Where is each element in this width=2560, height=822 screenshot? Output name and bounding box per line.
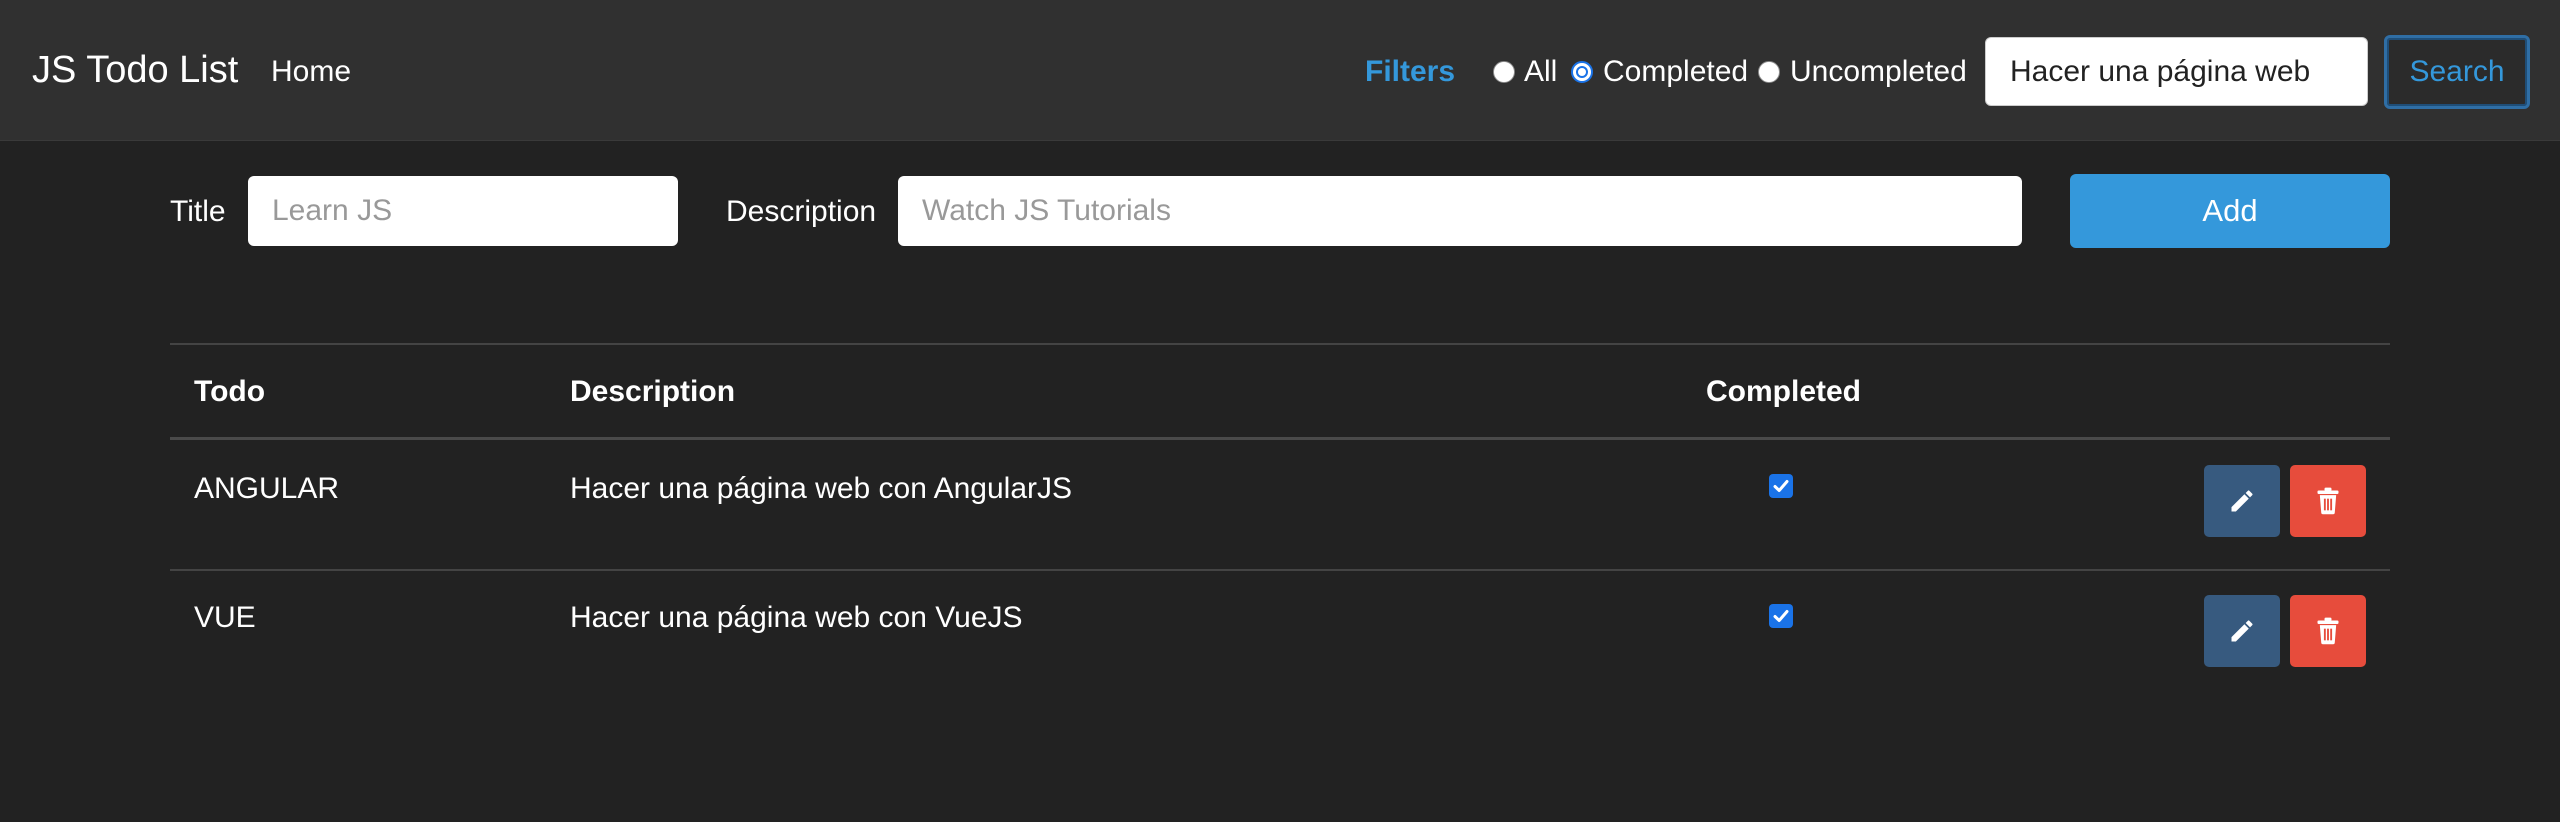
trash-icon <box>2317 487 2339 515</box>
search-input[interactable]: Hacer una página web <box>1985 37 2368 106</box>
add-button[interactable]: Add <box>2070 174 2390 248</box>
header-todo: Todo <box>194 375 266 408</box>
title-label: Title <box>170 195 226 228</box>
filter-uncompleted-radio[interactable] <box>1758 61 1780 83</box>
row-description: Hacer una página web con AngularJS <box>570 472 1073 505</box>
filter-all-label[interactable]: All <box>1524 54 1557 90</box>
row-description: Hacer una página web con VueJS <box>570 601 1023 634</box>
pencil-icon <box>2231 490 2253 512</box>
filter-uncompleted-label[interactable]: Uncompleted <box>1790 54 1967 90</box>
description-input[interactable]: Watch JS Tutorials <box>898 176 2022 246</box>
delete-button[interactable] <box>2290 595 2366 667</box>
table-header-border <box>170 437 2390 440</box>
table-top-border <box>170 343 2390 345</box>
filters-label: Filters <box>1365 55 1456 88</box>
trash-icon <box>2317 617 2339 645</box>
description-label: Description <box>726 195 877 228</box>
navbar: JS Todo List Home Filters All Completed … <box>0 0 2560 141</box>
completed-checkbox[interactable] <box>1769 604 1793 628</box>
pencil-icon <box>2231 620 2253 642</box>
search-button[interactable]: Search <box>2384 35 2530 109</box>
edit-button[interactable] <box>2204 595 2280 667</box>
title-input[interactable]: Learn JS <box>248 176 678 246</box>
edit-button[interactable] <box>2204 465 2280 537</box>
row-todo: VUE <box>194 601 256 634</box>
completed-checkbox[interactable] <box>1769 474 1793 498</box>
delete-button[interactable] <box>2290 465 2366 537</box>
filter-all-radio[interactable] <box>1493 61 1515 83</box>
header-completed: Completed <box>1706 375 1862 408</box>
filter-completed-label[interactable]: Completed <box>1603 54 1748 90</box>
nav-home-link[interactable]: Home <box>271 54 351 90</box>
filter-completed-radio[interactable] <box>1571 61 1593 83</box>
row-divider <box>170 569 2390 571</box>
brand-title[interactable]: JS Todo List <box>32 47 238 93</box>
check-icon <box>1773 480 1789 492</box>
row-todo: ANGULAR <box>194 472 340 505</box>
header-description: Description <box>570 375 736 408</box>
check-icon <box>1773 610 1789 622</box>
